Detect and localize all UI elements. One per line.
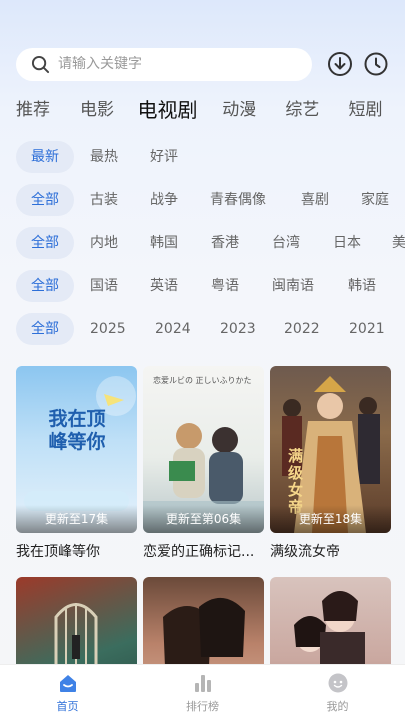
poster-cover: 满级女帝 更新至18集 xyxy=(270,366,391,533)
filter-sort-hottest[interactable]: 最热 xyxy=(90,141,150,173)
region-filter-row: 全部 内地 韩国 香港 台湾 日本 美 xyxy=(16,227,405,259)
poster-card[interactable]: 恋爱ルビの 正しいふりかた 更新至第06集 恋爱的正确标记... xyxy=(143,366,264,561)
nav-profile[interactable]: 我的 xyxy=(288,672,388,714)
filter-language-mandarin[interactable]: 国语 xyxy=(90,270,150,302)
episode-badge: 更新至17集 xyxy=(16,505,137,533)
filter-language-korean[interactable]: 韩语 xyxy=(348,270,388,302)
filter-sort-top-rated[interactable]: 好评 xyxy=(150,141,210,173)
filter-sort-newest[interactable]: 最新 xyxy=(16,141,74,173)
nav-ranking-label: 排行榜 xyxy=(186,699,219,713)
genre-filter-row: 全部 古装 战争 青春偶像 喜剧 家庭 xyxy=(16,184,405,216)
filter-language-all[interactable]: 全部 xyxy=(16,270,74,302)
tab-short-drama[interactable]: 短剧 xyxy=(348,96,405,124)
search-input[interactable] xyxy=(58,56,278,72)
poster-cover: 恋爱ルビの 正しいふりかた 更新至第06集 xyxy=(143,366,264,533)
bottom-nav: 首页 排行榜 我的 xyxy=(0,664,405,720)
episode-badge: 更新至第06集 xyxy=(143,505,264,533)
nav-ranking[interactable]: 排行榜 xyxy=(153,672,253,714)
sort-filter-row: 最新 最热 好评 xyxy=(16,141,405,173)
bar-chart-icon xyxy=(194,674,211,692)
tab-movie[interactable]: 电影 xyxy=(80,96,137,124)
filter-region-japan[interactable]: 日本 xyxy=(333,227,392,259)
filter-region-taiwan[interactable]: 台湾 xyxy=(272,227,333,259)
top-bar xyxy=(16,47,391,81)
filter-year-2023[interactable]: 2023 xyxy=(220,313,284,345)
poster-title: 恋爱的正确标记... xyxy=(143,544,255,560)
filter-genre-all[interactable]: 全部 xyxy=(16,184,74,216)
filter-genre-comedy[interactable]: 喜剧 xyxy=(301,184,361,216)
nav-profile-label: 我的 xyxy=(326,699,349,713)
search-icon xyxy=(31,55,50,73)
home-icon xyxy=(59,674,76,692)
filter-year-2024[interactable]: 2024 xyxy=(155,313,220,345)
tab-recommend[interactable]: 推荐 xyxy=(16,96,80,124)
tab-variety[interactable]: 综艺 xyxy=(285,96,348,124)
filter-region-hongkong[interactable]: 香港 xyxy=(211,227,272,259)
profile-icon xyxy=(328,673,347,692)
poster-card[interactable]: 我在顶峰等你 更新至17集 我在顶峰等你 xyxy=(16,366,137,561)
filter-genre-family[interactable]: 家庭 xyxy=(361,184,401,216)
filter-year-2021[interactable]: 2021 xyxy=(349,313,389,345)
filter-year-2025[interactable]: 2025 xyxy=(90,313,155,345)
year-filter-row: 全部 2025 2024 2023 2022 2021 xyxy=(16,313,405,345)
nav-home[interactable]: 首页 xyxy=(18,672,118,714)
filter-language-english[interactable]: 英语 xyxy=(150,270,211,302)
tab-tv-series[interactable]: 电视剧 xyxy=(138,96,223,124)
category-tabs: 推荐 电影 电视剧 动漫 综艺 短剧 xyxy=(16,96,405,124)
filter-language-cantonese[interactable]: 粤语 xyxy=(211,270,272,302)
poster-title: 满级流女帝 xyxy=(270,544,340,560)
poster-card[interactable]: 满级女帝 更新至18集 满级流女帝 xyxy=(270,366,391,561)
episode-badge: 更新至18集 xyxy=(270,505,391,533)
download-icon[interactable] xyxy=(327,51,353,77)
filter-year-all[interactable]: 全部 xyxy=(16,313,74,345)
nav-home-label: 首页 xyxy=(56,699,79,713)
filter-language-minnan[interactable]: 闽南语 xyxy=(272,270,348,302)
filter-genre-youth-idol[interactable]: 青春偶像 xyxy=(210,184,301,216)
filter-region-all[interactable]: 全部 xyxy=(16,227,74,259)
filter-genre-war[interactable]: 战争 xyxy=(150,184,210,216)
filter-year-2022[interactable]: 2022 xyxy=(284,313,349,345)
language-filter-row: 全部 国语 英语 粤语 闽南语 韩语 xyxy=(16,270,405,302)
poster-title: 我在顶峰等你 xyxy=(16,544,100,560)
clock-icon[interactable] xyxy=(363,51,389,77)
poster-cover: 我在顶峰等你 更新至17集 xyxy=(16,366,137,533)
filter-region-korea[interactable]: 韩国 xyxy=(150,227,211,259)
tab-anime[interactable]: 动漫 xyxy=(222,96,285,124)
search-box[interactable] xyxy=(16,47,312,81)
filter-genre-costume[interactable]: 古装 xyxy=(90,184,150,216)
cover-title-art: 我在顶峰等你 xyxy=(48,408,106,453)
filter-region-usa[interactable]: 美 xyxy=(392,227,405,259)
filter-region-mainland[interactable]: 内地 xyxy=(90,227,150,259)
